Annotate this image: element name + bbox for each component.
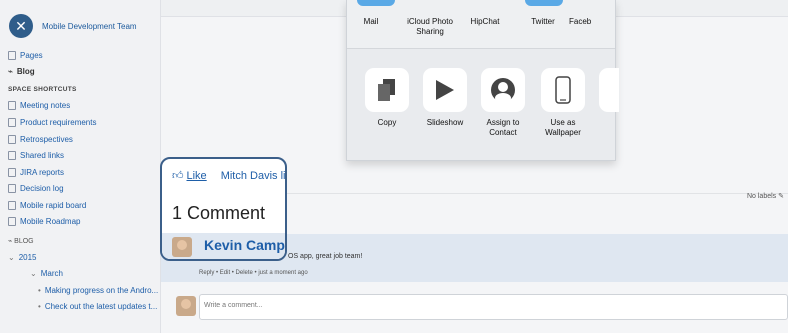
space-logo: ✕ — [9, 14, 33, 38]
share-app-icloud[interactable]: iCloud Photo Sharing — [399, 17, 461, 37]
share-app-facebook[interactable]: Faceb — [569, 17, 609, 27]
space-header[interactable]: ✕ Mobile Development Team — [9, 14, 137, 38]
more-tile[interactable] — [599, 68, 619, 112]
pencil-icon[interactable]: ✎ — [778, 193, 784, 200]
page-icon — [8, 135, 16, 144]
share-apps-row: Mail iCloud Photo Sharing HipChat Twitte… — [347, 0, 615, 49]
tree-month-label: March — [40, 269, 63, 278]
shortcut-shared-links[interactable]: Shared links — [8, 151, 64, 160]
comment-count: 1 Comment — [172, 203, 266, 223]
shortcut-label: Mobile rapid board — [20, 201, 87, 210]
shortcuts-heading: SPACE SHORTCUTS — [8, 86, 77, 93]
commenter-name[interactable]: Kevin Campb — [204, 237, 285, 253]
tree-year-label: 2015 — [18, 253, 37, 262]
comments-zoom-card: 👍︎ Like Mitch Davis li 1 Comment Kevin Cam… — [160, 157, 287, 261]
share-app-mail[interactable]: Mail — [359, 17, 383, 27]
assign-contact-label: Assign to Contact — [486, 118, 520, 137]
shortcut-label: Retrospectives — [20, 135, 73, 144]
shortcut-product-requirements[interactable]: Product requirements — [8, 118, 96, 127]
mail-app-icon[interactable] — [357, 0, 395, 6]
assign-contact-tile[interactable] — [481, 68, 525, 112]
page-icon — [8, 184, 16, 193]
sidebar: ✕ Mobile Development Team Pages ⌁ Blog S… — [0, 0, 161, 333]
no-labels[interactable]: No labels ✎ — [747, 192, 784, 200]
shortcut-retrospectives[interactable]: Retrospectives — [8, 135, 73, 144]
like-row: 👍︎ Like Mitch Davis li — [172, 169, 285, 182]
rss-icon: ⌁ — [8, 67, 13, 76]
slideshow-label: Slideshow — [426, 118, 464, 127]
chevron-down-icon: ⌄ — [8, 253, 15, 262]
tree-post-label: Check out the latest updates t... — [44, 302, 158, 311]
bullet-icon: • — [38, 286, 41, 295]
wallpaper-tile[interactable] — [541, 68, 585, 112]
nav-blog-label: Blog — [16, 67, 35, 76]
tree-post[interactable]: • Making progress on the Andro... — [38, 286, 158, 295]
page-icon — [8, 168, 16, 177]
contact-icon — [491, 78, 515, 103]
shortcut-label: Decision log — [20, 184, 64, 193]
liker-name[interactable]: Mitch Davis li — [221, 170, 285, 182]
comment-text: OS app, great job team! — [288, 253, 363, 260]
shortcut-label: Product requirements — [20, 118, 97, 127]
shortcut-label: Shared links — [20, 151, 65, 160]
like-link[interactable]: Like — [187, 170, 207, 182]
phone-icon — [555, 76, 571, 104]
blog-heading: ⌁ BLOG — [8, 237, 34, 245]
thumbs-up-icon[interactable]: 👍︎ — [172, 170, 184, 182]
nav-pages[interactable]: Pages — [8, 51, 43, 60]
copy-tile[interactable] — [365, 68, 409, 112]
slideshow-tile[interactable] — [423, 68, 467, 112]
comment-actions[interactable]: Reply • Edit • Delete • just a moment ag… — [199, 270, 308, 276]
bullet-icon: • — [38, 302, 41, 311]
copy-label: Copy — [377, 118, 397, 127]
tree-year[interactable]: ⌄ 2015 — [8, 253, 37, 262]
pages-icon — [8, 51, 16, 60]
current-user-avatar — [176, 296, 196, 316]
page-icon — [8, 118, 16, 127]
space-title[interactable]: Mobile Development Team — [42, 22, 137, 31]
shortcut-jira-reports[interactable]: JIRA reports — [8, 168, 64, 177]
shortcut-label: JIRA reports — [20, 168, 65, 177]
wallpaper-label: Use as Wallpaper — [545, 118, 581, 137]
board-icon — [8, 201, 16, 210]
copy-icon — [378, 79, 395, 101]
board-icon — [8, 217, 16, 226]
twitter-app-icon[interactable] — [525, 0, 563, 6]
chevron-down-icon: ⌄ — [30, 269, 37, 278]
share-app-twitter[interactable]: Twitter — [525, 17, 561, 27]
share-sheet: Mail iCloud Photo Sharing HipChat Twitte… — [346, 0, 619, 161]
nav-pages-label: Pages — [20, 51, 43, 60]
shortcut-decision-log[interactable]: Decision log — [8, 184, 64, 193]
page-icon — [8, 151, 16, 160]
shortcut-mobile-roadmap[interactable]: Mobile Roadmap — [8, 217, 80, 226]
tree-post[interactable]: • Check out the latest updates t... — [38, 302, 157, 311]
commenter-avatar — [172, 237, 192, 257]
shortcut-meeting-notes[interactable]: Meeting notes — [8, 101, 70, 110]
page-icon — [8, 101, 16, 110]
shortcut-label: Mobile Roadmap — [20, 217, 81, 226]
share-app-hipchat[interactable]: HipChat — [465, 17, 505, 27]
blog-heading-label: BLOG — [14, 238, 34, 245]
comment-input[interactable]: Write a comment... — [199, 294, 788, 320]
no-labels-text: No labels — [746, 193, 777, 200]
shortcut-label: Meeting notes — [20, 101, 71, 110]
tree-post-label: Making progress on the Andro... — [44, 286, 159, 295]
nav-blog[interactable]: ⌁ Blog — [8, 67, 35, 76]
tree-month[interactable]: ⌄ March — [30, 269, 63, 278]
play-icon — [436, 80, 454, 100]
shortcut-mobile-rapid-board[interactable]: Mobile rapid board — [8, 201, 86, 210]
